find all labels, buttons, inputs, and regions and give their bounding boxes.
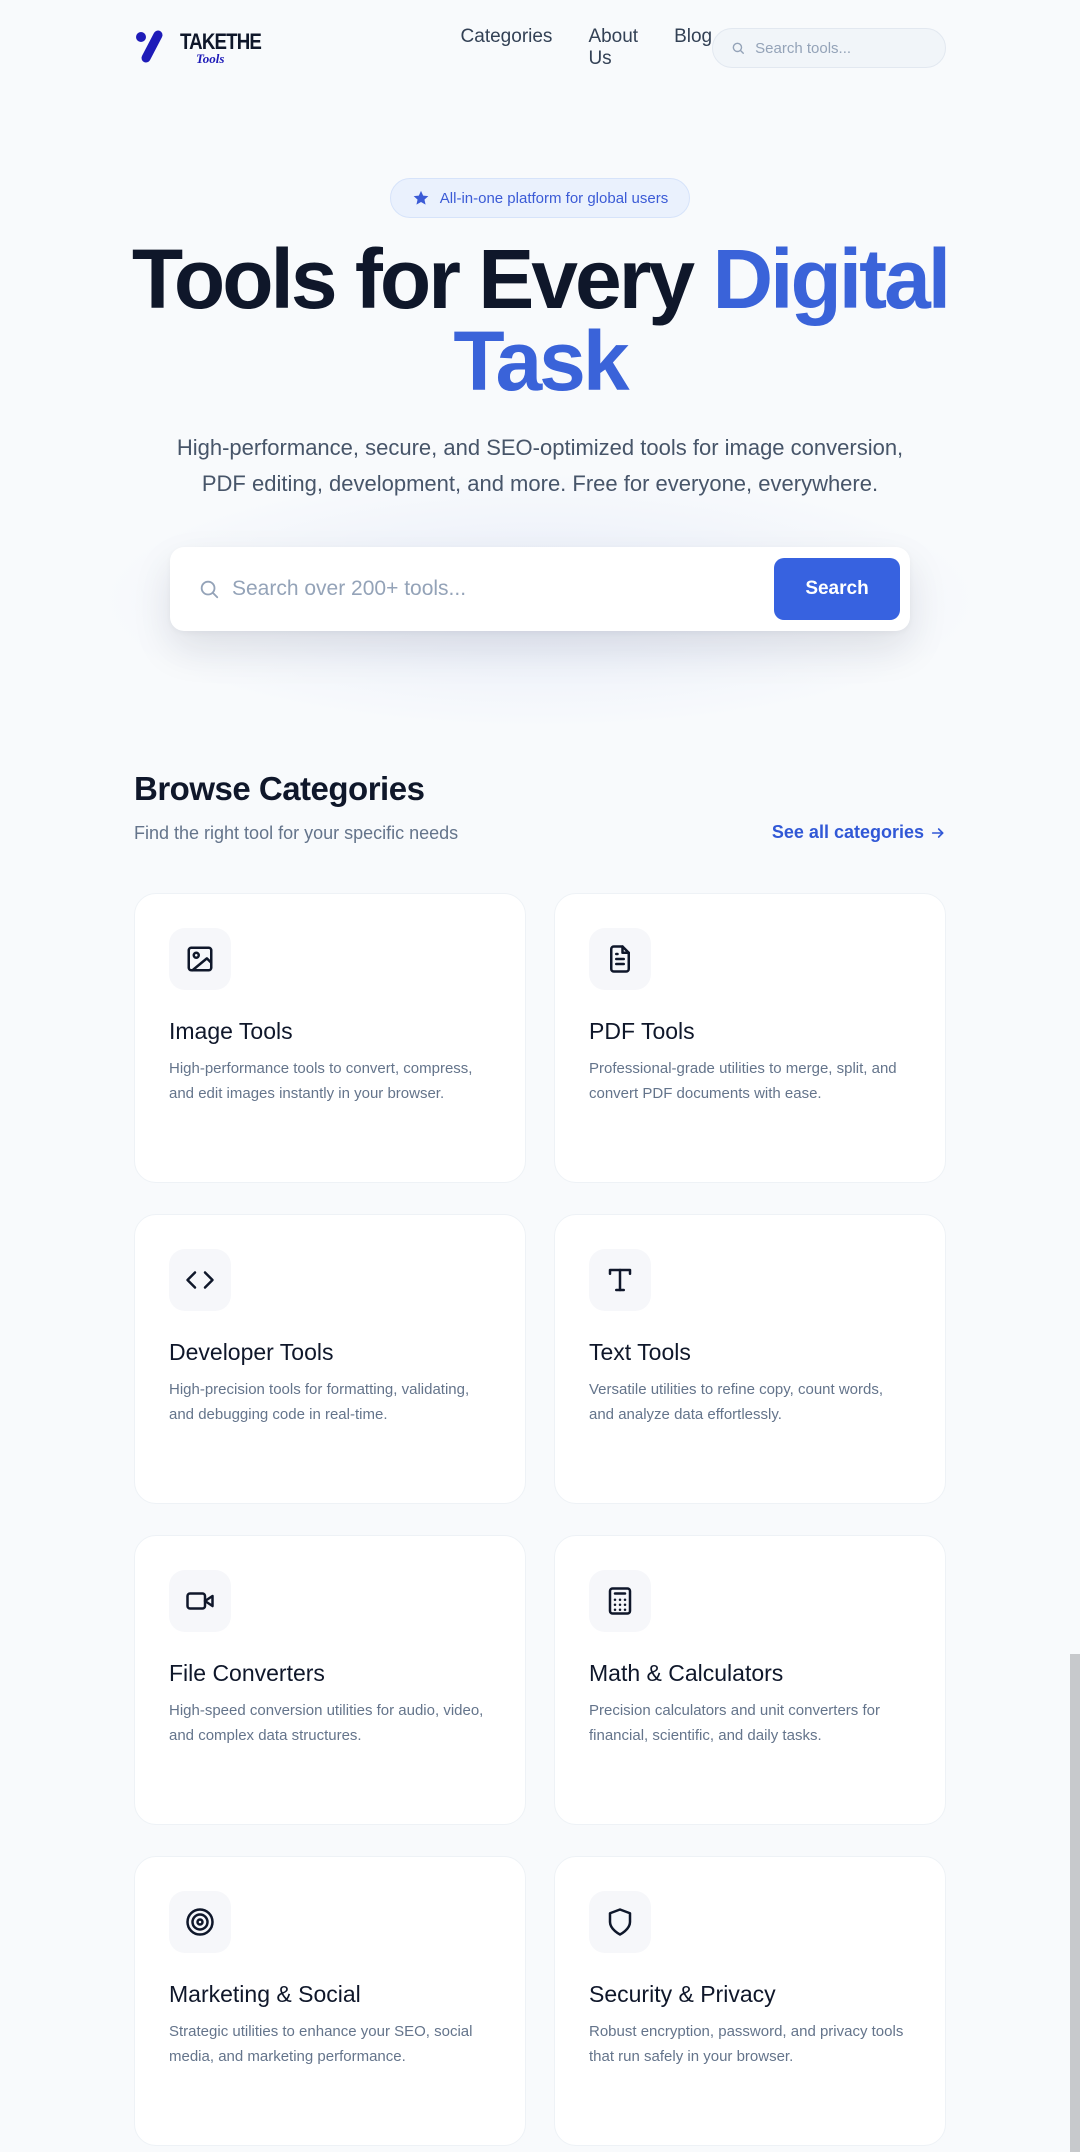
category-card-security-privacy[interactable]: Security & Privacy Robust encryption, pa…	[554, 1856, 946, 2146]
category-description: Precision calculators and unit converter…	[589, 1702, 880, 1744]
nav-blog[interactable]: Blog	[674, 26, 712, 70]
category-card-image-tools[interactable]: Image Tools High-performance tools to co…	[134, 893, 526, 1183]
hero-badge: All-in-one platform for global users	[390, 178, 690, 218]
category-description: Versatile utilities to refine copy, coun…	[589, 1381, 884, 1423]
category-title: Security & Privacy	[589, 1981, 776, 2007]
hero-title-main: Tools for Every	[131, 232, 713, 326]
category-title: Image Tools	[169, 1018, 293, 1044]
categories-title: Browse Categories	[134, 770, 425, 807]
category-description: High-performance tools to convert, compr…	[169, 1060, 473, 1102]
hero-search-input[interactable]	[232, 577, 774, 601]
calculator-icon	[608, 1587, 632, 1615]
see-all-categories-link[interactable]: See all categories	[772, 822, 946, 843]
category-card-text-tools[interactable]: Text Tools Versatile utilities to refine…	[554, 1214, 946, 1504]
shield-icon	[608, 1908, 632, 1936]
video-icon	[186, 1592, 214, 1610]
header-search[interactable]	[712, 28, 946, 68]
category-title: Marketing & Social	[169, 1981, 361, 2007]
header-search-input[interactable]	[755, 39, 927, 57]
arrow-right-icon	[931, 827, 944, 838]
search-icon	[200, 580, 219, 599]
file-text-icon	[610, 945, 630, 973]
category-card-math-calculators[interactable]: Math & Calculators Precision calculators…	[554, 1535, 946, 1825]
category-card-pdf-tools[interactable]: PDF Tools Professional-grade utilities t…	[554, 893, 946, 1183]
nav-categories[interactable]: Categories	[461, 26, 553, 70]
category-description: High-speed conversion utilities for audi…	[169, 1702, 484, 1744]
category-title: Developer Tools	[169, 1339, 334, 1365]
hero-search-bar: Search	[170, 547, 910, 631]
category-title: Text Tools	[589, 1339, 691, 1365]
site-header: TAKETHE Tools Categories About Us Blog	[134, 22, 946, 74]
site-logo[interactable]: TAKETHE Tools	[134, 28, 295, 68]
nav-about-us[interactable]: About Us	[588, 26, 638, 70]
category-title: Math & Calculators	[589, 1660, 784, 1686]
category-card-file-converters[interactable]: File Converters High-speed conversion ut…	[134, 1535, 526, 1825]
star-icon	[413, 190, 429, 205]
image-icon	[187, 946, 213, 972]
see-all-label: See all categories	[771, 822, 924, 842]
search-icon	[732, 42, 745, 54]
main-nav: Categories About Us Blog	[461, 26, 713, 70]
hero-badge-text: All-in-one platform for global users	[439, 189, 669, 207]
target-icon	[186, 1908, 214, 1936]
type-icon	[608, 1268, 632, 1292]
logo-wordmark: TAKETHE	[180, 29, 262, 54]
hero-title-accent: Digital	[712, 232, 951, 326]
logo-mark-icon	[134, 28, 174, 68]
category-description: Robust encryption, password, and privacy…	[589, 2023, 904, 2065]
category-card-marketing-social[interactable]: Marketing & Social Strategic utilities t…	[134, 1856, 526, 2146]
category-title: File Converters	[169, 1660, 325, 1686]
hero-title-accent-2: Task	[453, 314, 629, 408]
code-icon	[186, 1271, 214, 1289]
category-description: Strategic utilities to enhance your SEO,…	[169, 2023, 473, 2065]
hero-title: Tools for Every Digital Task	[0, 237, 1080, 403]
page-scrollbar[interactable]	[1070, 1654, 1080, 2152]
category-description: Professional-grade utilities to merge, s…	[589, 1060, 897, 1102]
categories-subtitle: Find the right tool for your specific ne…	[134, 823, 459, 843]
category-title: PDF Tools	[589, 1018, 695, 1044]
category-description: High-precision tools for formatting, val…	[169, 1381, 470, 1423]
hero-search-button[interactable]: Search	[774, 558, 900, 620]
category-card-developer-tools[interactable]: Developer Tools High-precision tools for…	[134, 1214, 526, 1504]
